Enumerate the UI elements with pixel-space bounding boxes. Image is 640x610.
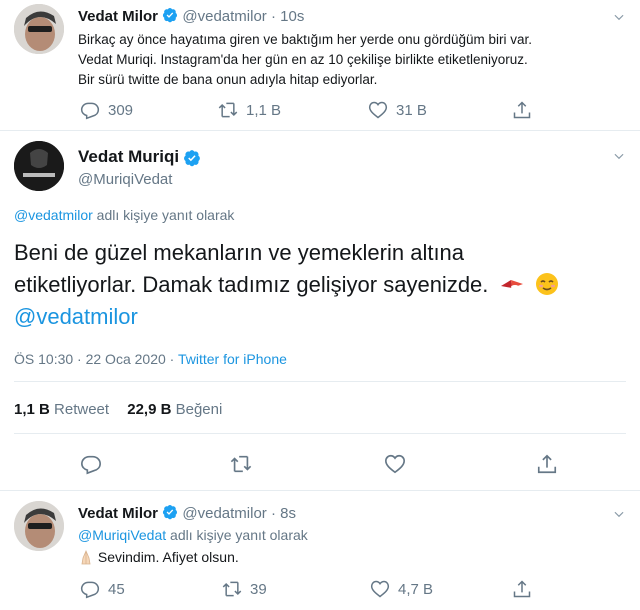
avatar[interactable]	[14, 4, 64, 54]
retweet-button[interactable]	[230, 453, 252, 475]
like-total: 22,9 B	[127, 401, 172, 418]
chevron-down-icon[interactable]	[612, 149, 626, 163]
engagement-row: 1,1 B Retweet 22,9 B Beğeni	[14, 401, 222, 418]
like-count: 4,7 B	[398, 580, 434, 598]
tweet-text-line: Beni de güzel mekanların ve yemeklerin a…	[14, 240, 465, 265]
share-button[interactable]	[512, 100, 532, 120]
reply-context: @MuriqiVedat adlı kişiye yanıt olarak	[78, 527, 308, 543]
reply-icon	[80, 453, 102, 475]
tweet-text-line: Bir sürü twitte de bana onun adıyla hita…	[78, 72, 378, 87]
like-count: 31 B	[396, 101, 427, 119]
verified-icon	[162, 504, 178, 520]
chevron-down-icon[interactable]	[612, 10, 626, 24]
tweet-text-line: Birkaç ay önce hayatıma giren ve baktığı…	[78, 32, 532, 47]
divider	[14, 433, 626, 434]
tweet-text: Birkaç ay önce hayatıma giren ve baktığı…	[78, 30, 623, 90]
retweet-icon	[218, 100, 238, 120]
share-icon	[512, 579, 532, 599]
reply-count: 309	[108, 101, 134, 119]
author-handle[interactable]: @vedatmilor	[182, 8, 266, 25]
folded-hands-emoji-icon	[81, 549, 91, 565]
share-button[interactable]	[512, 579, 532, 599]
tweet-timestamp[interactable]: ÖS 10:30 · 22 Oca 2020 ·	[14, 351, 178, 367]
like-stat[interactable]: 22,9 B Beğeni	[127, 401, 222, 418]
tweet-text-line: Vedat Muriqi. Instagram'da her gün en az…	[78, 52, 528, 67]
main-tweet: Vedat Muriqi @MuriqiVedat @vedatmilor ad…	[0, 131, 640, 489]
share-button[interactable]	[536, 453, 558, 475]
reply-count: 45	[108, 580, 125, 598]
retweet-count: 1,1 B	[246, 101, 282, 119]
like-button[interactable]: 31 B	[368, 100, 427, 120]
reply-icon	[80, 100, 100, 120]
reply-to-label: adlı kişiye yanıt olarak	[92, 207, 235, 223]
heart-eyes-emoji-icon	[500, 280, 523, 289]
reply-button[interactable]	[80, 453, 102, 475]
retweet-icon	[222, 579, 242, 599]
tweet-text: Sevindim. Afiyet olsun.	[78, 549, 239, 565]
author-handle[interactable]: @vedatmilor	[182, 505, 266, 522]
like-button[interactable]: 4,7 B	[370, 579, 433, 599]
verified-icon	[183, 149, 201, 167]
like-button[interactable]	[384, 453, 406, 475]
timestamp-row: ÖS 10:30 · 22 Oca 2020 · Twitter for iPh…	[14, 351, 287, 367]
heart-icon	[384, 453, 406, 475]
tweet-text: Beni de güzel mekanların ve yemeklerin a…	[14, 237, 626, 333]
chevron-down-icon[interactable]	[612, 507, 626, 521]
divider	[14, 381, 626, 382]
retweet-icon	[230, 453, 252, 475]
author-name[interactable]: Vedat Milor	[78, 505, 158, 522]
reply-text: Sevindim. Afiyet olsun.	[97, 549, 239, 565]
retweet-button[interactable]: 1,1 B	[218, 100, 281, 120]
retweet-count: 39	[250, 580, 267, 598]
like-label: Beğeni	[175, 401, 223, 418]
tweet-time[interactable]: · 8s	[271, 505, 296, 522]
heart-icon	[368, 100, 388, 120]
retweet-total: 1,1 B	[14, 401, 50, 418]
tweet-text-line: etiketliyorlar. Damak tadımız gelişiyor …	[14, 272, 489, 297]
share-icon	[512, 100, 532, 120]
tweet-time[interactable]: · 10s	[271, 8, 304, 25]
reply-button[interactable]: 45	[80, 579, 125, 599]
verified-icon	[162, 7, 178, 23]
retweet-label: Retweet	[54, 401, 110, 418]
reply-context: @vedatmilor adlı kişiye yanıt olarak	[14, 207, 234, 223]
heart-icon	[370, 579, 390, 599]
reply-button[interactable]: 309	[80, 100, 133, 120]
reply-to-mention[interactable]: @MuriqiVedat	[78, 527, 166, 543]
avatar[interactable]	[14, 501, 64, 551]
retweet-stat[interactable]: 1,1 B Retweet	[14, 401, 113, 418]
share-icon	[536, 453, 558, 475]
top-tweet[interactable]: Vedat Milor @vedatmilor · 10s Birkaç ay …	[0, 0, 640, 126]
reply-to-label: adlı kişiye yanıt olarak	[166, 527, 308, 543]
author-name[interactable]: Vedat Muriqi	[78, 147, 179, 167]
reply-icon	[80, 579, 100, 599]
tweet-mention[interactable]: @vedatmilor	[14, 301, 626, 333]
author-name[interactable]: Vedat Milor	[78, 8, 158, 25]
retweet-button[interactable]: 39	[222, 579, 267, 599]
avatar[interactable]	[14, 141, 64, 191]
tweet-source[interactable]: Twitter for iPhone	[178, 351, 287, 367]
relieved-face-emoji-icon	[535, 273, 558, 295]
author-handle[interactable]: @MuriqiVedat	[78, 171, 172, 188]
reply-tweet[interactable]: Vedat Milor @vedatmilor · 8s @MuriqiVeda…	[0, 491, 640, 610]
reply-to-mention[interactable]: @vedatmilor	[14, 207, 93, 223]
